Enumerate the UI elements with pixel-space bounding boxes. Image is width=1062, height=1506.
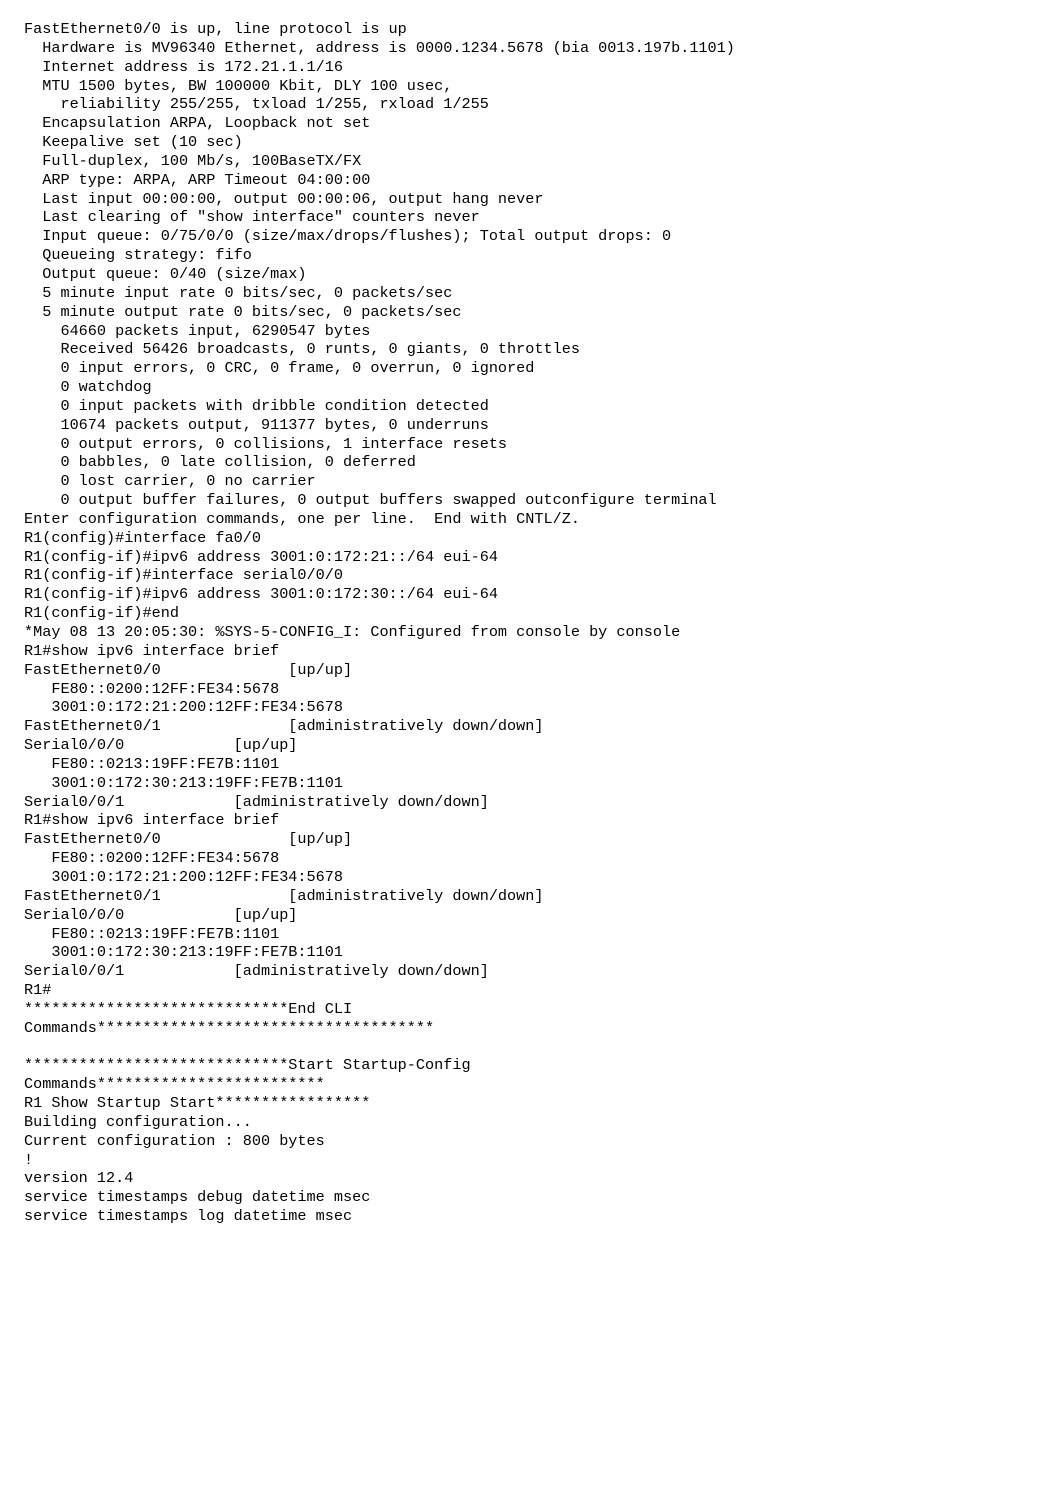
terminal-output: FastEthernet0/0 is up, line protocol is … xyxy=(24,20,1038,1226)
